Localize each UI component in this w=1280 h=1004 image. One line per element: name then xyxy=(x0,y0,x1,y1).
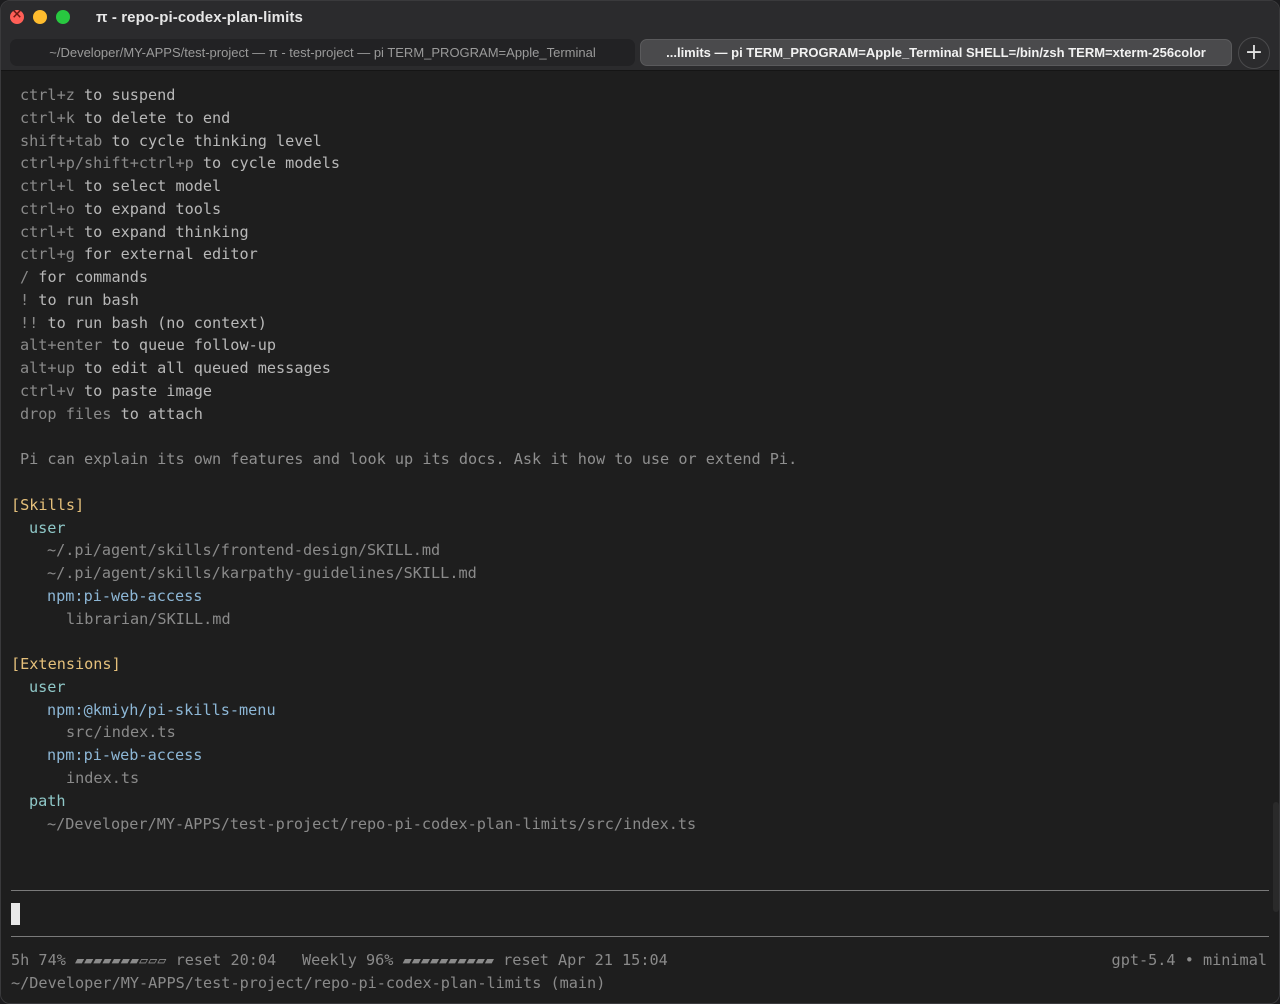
shortcut-key: ctrl+g xyxy=(20,245,75,264)
extension-package-file: index.ts xyxy=(66,769,140,787)
usage-5h-status: 5h 74% ▰▰▰▰▰▰▰▱▱▱ reset 20:04 xyxy=(11,951,277,969)
skill-package-name: npm:pi-web-access xyxy=(47,587,203,605)
shortcut-description: to suspend xyxy=(74,86,176,104)
extensions-scope-label: user xyxy=(29,678,66,696)
shortcut-key: ctrl+z xyxy=(20,86,75,104)
shortcut-description: for commands xyxy=(29,268,149,286)
terminal-window: π - repo-pi-codex-plan-limits ~/Develope… xyxy=(0,0,1280,1004)
skill-path: ~/.pi/agent/skills/frontend-design/SKILL… xyxy=(47,541,441,559)
skills-scope-label: user xyxy=(29,519,66,537)
terminal-output[interactable]: ctrl+z to suspend ctrl+k to delete to end… xyxy=(1,72,1279,1003)
input-cursor[interactable] xyxy=(11,903,20,925)
shortcut-key: / xyxy=(20,268,30,286)
shortcut-description: to attach xyxy=(111,404,203,423)
scrollbar-thumb[interactable] xyxy=(1273,802,1279,912)
shortcut-key: ! xyxy=(20,290,30,309)
extension-package-file: src/index.ts xyxy=(66,723,176,741)
shortcut-line: alt+up to edit all queued messages xyxy=(20,357,331,379)
tab-bar: ~/Developer/MY-APPS/test-project — π - t… xyxy=(1,35,1279,71)
shortcut-line: ctrl+g for external editor xyxy=(20,243,258,265)
shortcut-line: ctrl+v to paste image xyxy=(20,380,212,402)
shortcut-description: to expand tools xyxy=(74,199,222,218)
shortcut-key: ctrl+k xyxy=(20,108,75,127)
tab-repo-pi-codex-plan-limits[interactable]: ...limits — pi TERM_PROGRAM=Apple_Termin… xyxy=(640,39,1232,66)
skill-package-file: librarian/SKILL.md xyxy=(66,610,231,628)
shortcut-line: ctrl+z to suspend xyxy=(20,84,175,106)
shortcut-line: alt+enter to queue follow-up xyxy=(20,334,276,356)
input-top-divider xyxy=(11,890,1269,891)
maximize-window-icon[interactable] xyxy=(56,10,70,24)
tab-test-project[interactable]: ~/Developer/MY-APPS/test-project — π - t… xyxy=(10,39,635,66)
model-status[interactable]: gpt-5.4 • minimal xyxy=(1112,949,1267,971)
shortcut-description: to paste image xyxy=(74,381,213,400)
shortcut-line: shift+tab to cycle thinking level xyxy=(20,130,322,152)
shortcut-description: to select model xyxy=(74,177,222,195)
shortcut-line: ctrl+p/shift+ctrl+p to cycle models xyxy=(20,152,340,174)
shortcut-description: to delete to end xyxy=(74,108,231,127)
skills-header: [Skills] xyxy=(11,496,85,514)
shortcut-description: to edit all queued messages xyxy=(74,359,331,377)
shortcut-description: to cycle models xyxy=(193,154,341,173)
shortcut-key: ctrl+t xyxy=(20,222,75,241)
shortcut-line: drop files to attach xyxy=(20,403,203,425)
shortcut-line: ctrl+k to delete to end xyxy=(20,107,230,129)
shortcut-line: !! to run bash (no context) xyxy=(20,312,267,334)
skill-path: ~/.pi/agent/skills/karpathy-guidelines/S… xyxy=(47,564,477,582)
shortcut-description: to run bash (no context) xyxy=(38,313,267,332)
extension-package-name: npm:pi-web-access xyxy=(47,746,203,764)
new-tab-button[interactable]: + xyxy=(1238,37,1270,69)
shortcut-key: shift+tab xyxy=(20,131,103,150)
shortcut-key: alt+enter xyxy=(20,336,103,355)
shortcut-line: ! to run bash xyxy=(20,289,139,311)
shortcut-line: ctrl+t to expand thinking xyxy=(20,221,249,243)
shortcut-description: to run bash xyxy=(29,290,139,309)
shortcut-key: ctrl+o xyxy=(20,199,75,218)
shortcut-key: alt+up xyxy=(20,359,75,377)
cwd-status: ~/Developer/MY-APPS/test-project/repo-pi… xyxy=(11,974,606,992)
minimize-window-icon[interactable] xyxy=(33,10,47,24)
shortcut-description: to expand thinking xyxy=(74,222,249,241)
extensions-header: [Extensions] xyxy=(11,655,121,673)
title-bar[interactable]: π - repo-pi-codex-plan-limits xyxy=(1,1,1279,35)
extension-package-name: npm:@kmiyh/pi-skills-menu xyxy=(47,701,276,719)
shortcut-line: ctrl+o to expand tools xyxy=(20,198,221,220)
info-line: Pi can explain its own features and look… xyxy=(20,450,798,468)
shortcut-description: to cycle thinking level xyxy=(102,131,322,150)
extension-path-value: ~/Developer/MY-APPS/test-project/repo-pi… xyxy=(47,815,697,833)
input-bottom-divider xyxy=(11,936,1269,937)
traffic-lights xyxy=(10,7,70,24)
shortcut-key: ctrl+l xyxy=(20,177,75,195)
shortcut-key: ctrl+v xyxy=(20,381,75,400)
shortcut-key: ctrl+p/shift+ctrl+p xyxy=(20,154,194,173)
shortcut-line: ctrl+l to select model xyxy=(20,175,221,197)
shortcut-description: for external editor xyxy=(74,245,258,264)
close-window-icon[interactable] xyxy=(10,7,24,24)
window-title: π - repo-pi-codex-plan-limits xyxy=(96,9,303,26)
shortcut-line: / for commands xyxy=(20,266,148,288)
shortcut-key: !! xyxy=(20,313,39,332)
shortcut-description: to queue follow-up xyxy=(102,336,277,355)
extensions-path-label: path xyxy=(29,792,66,810)
usage-weekly-status: Weekly 96% ▰▰▰▰▰▰▰▰▰▰ reset Apr 21 15:04 xyxy=(302,951,668,969)
shortcut-key: drop files xyxy=(20,404,112,423)
